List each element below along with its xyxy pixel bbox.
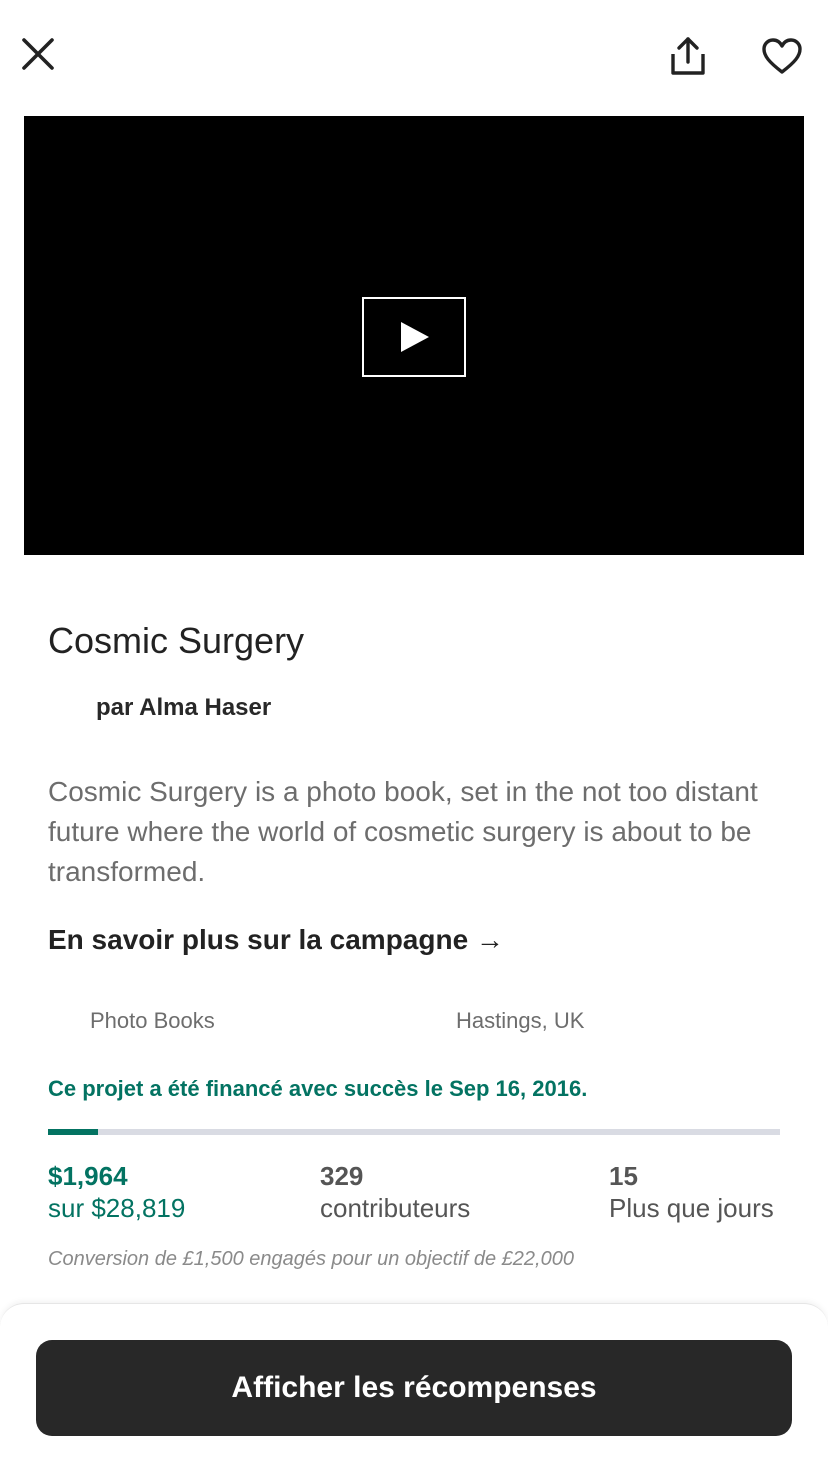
backers-count: 329 — [320, 1161, 364, 1191]
video-player[interactable] — [24, 116, 804, 555]
close-button[interactable] — [14, 30, 62, 78]
funded-message: Ce projet a été financé avec succès le S… — [48, 1076, 588, 1101]
play-icon — [401, 322, 429, 352]
pledged-amount: $1,964 — [48, 1161, 128, 1191]
creator-byline[interactable]: par Alma Haser — [96, 694, 271, 722]
goal-amount: sur $28,819 — [48, 1193, 186, 1223]
stat-pledged: $1,964 sur $28,819 — [48, 1160, 185, 1224]
share-icon — [671, 37, 705, 75]
funding-progress-bar — [48, 1129, 780, 1135]
location-tag[interactable]: Hastings, UK — [456, 1008, 584, 1034]
funding-progress-fill — [48, 1129, 98, 1135]
share-button[interactable] — [662, 30, 714, 82]
heart-icon — [762, 38, 802, 74]
currency-conversion-note: Conversion de £1,500 engagés pour un obj… — [48, 1248, 574, 1270]
stat-backers: 329 contributeurs — [320, 1160, 470, 1224]
days-count: 15 — [609, 1161, 638, 1191]
bottom-sheet: Afficher les récompenses — [0, 1303, 828, 1472]
learn-more-link[interactable]: En savoir plus sur la campagne → — [48, 924, 504, 956]
backers-label: contributeurs — [320, 1193, 471, 1223]
category-tag[interactable]: Photo Books — [90, 1008, 215, 1034]
close-icon — [22, 38, 54, 70]
project-blurb: Cosmic Surgery is a photo book, set in t… — [48, 776, 758, 887]
stat-days: 15 Plus que jours — [609, 1160, 774, 1224]
view-rewards-button[interactable]: Afficher les récompenses — [36, 1340, 792, 1436]
top-bar — [0, 0, 828, 110]
project-title: Cosmic Surgery — [48, 620, 305, 661]
play-button[interactable] — [362, 297, 466, 377]
days-label: Plus que jours — [609, 1193, 774, 1223]
favorite-button[interactable] — [756, 30, 808, 82]
